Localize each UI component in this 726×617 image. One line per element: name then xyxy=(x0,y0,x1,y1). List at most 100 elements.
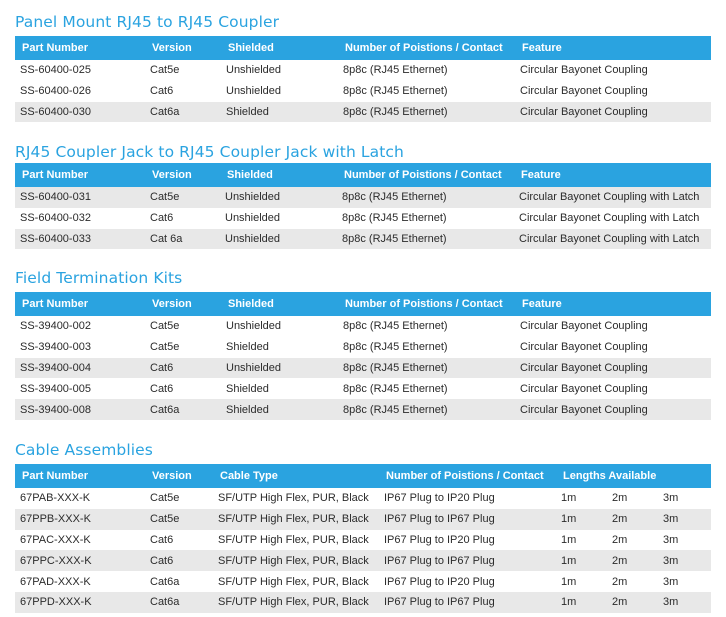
length-value: 3m xyxy=(663,554,679,567)
table-row: SS-39400-002 Cat5e Unshielded 8p8c (RJ45… xyxy=(15,316,711,337)
cell-part-number: SS-60400-030 xyxy=(15,101,145,123)
cell-cable-type: SF/UTP High Flex, PUR, Black xyxy=(218,575,369,588)
table-header-row: Part Number Version Shielded Number of P… xyxy=(15,36,711,60)
cell-lengths: 1m 2m 3m xyxy=(556,550,711,572)
length-value: 1m xyxy=(561,533,577,546)
table-header-row: Part Number Version Cable Type Number of… xyxy=(15,464,711,488)
table-row: 67PPC-XXX-K Cat6 SF/UTP High Flex, PUR, … xyxy=(15,550,711,572)
table-coupler-jack: Part Number Version Shielded Number of P… xyxy=(15,163,711,250)
column-header: Shielded xyxy=(221,292,338,316)
cell-shielded: Shielded xyxy=(221,101,338,123)
cell-feature: Circular Bayonet Coupling xyxy=(515,399,711,420)
product-tables-page: Panel Mount RJ45 to RJ45 Coupler Part Nu… xyxy=(0,0,726,617)
length-value: 3m xyxy=(663,533,679,546)
column-header: Part Number xyxy=(15,36,145,60)
table-row: SS-60400-033 Cat 6a Unshielded 8p8c (RJ4… xyxy=(15,228,711,250)
cell-shielded: Unshielded xyxy=(226,64,282,77)
length-value: 3m xyxy=(663,575,679,588)
column-header: Shielded xyxy=(220,163,337,187)
column-header: Number of Poistions / Contact xyxy=(379,464,556,488)
cell-positions: IP67 Plug to IP20 Plug xyxy=(384,492,495,505)
table-row: SS-39400-008 Cat6a Shielded 8p8c (RJ45 E… xyxy=(15,399,711,420)
cell-part-number: 67PPB-XXX-K xyxy=(15,508,145,530)
cell-positions: IP67 Plug to IP20 Plug xyxy=(384,533,495,546)
length-value: 3m xyxy=(663,596,679,609)
cell-version: Cat6 xyxy=(150,533,174,546)
cell-shielded: Shielded xyxy=(226,382,269,395)
cell-positions: 8p8c (RJ45 Ethernet) xyxy=(343,85,448,98)
cell-feature: Circular Bayonet Coupling with Latch xyxy=(514,187,711,208)
cell-positions: 8p8c (RJ45 Ethernet) xyxy=(343,382,448,395)
table-row: SS-60400-031 Cat5e Unshielded 8p8c (RJ45… xyxy=(15,187,711,208)
cell-positions: 8p8c (RJ45 Ethernet) xyxy=(343,320,448,333)
cell-version: Cat6 xyxy=(150,85,174,98)
length-value: 1m xyxy=(561,596,577,609)
cell-part-number: 67PPC-XXX-K xyxy=(15,550,145,572)
column-header: Feature xyxy=(515,292,711,316)
cell-shielded: Unshielded xyxy=(220,228,337,250)
cell-part-number: SS-60400-031 xyxy=(15,187,145,208)
length-value: 2m xyxy=(612,492,628,505)
cell-feature: Circular Bayonet Coupling xyxy=(520,382,648,395)
column-header: Version xyxy=(145,464,213,488)
cell-cable-type: SF/UTP High Flex, PUR, Black xyxy=(213,591,379,613)
cell-feature: Circular Bayonet Coupling xyxy=(520,85,648,98)
cell-feature: Circular Bayonet Coupling xyxy=(520,64,648,77)
length-value: 1m xyxy=(561,575,577,588)
column-header: Number of Poistions / Contact xyxy=(337,163,514,187)
cell-cable-type: SF/UTP High Flex, PUR, Black xyxy=(218,533,369,546)
cell-version: Cat5e xyxy=(150,64,180,77)
length-value: 1m xyxy=(561,554,577,567)
cell-part-number: 67PAD-XXX-K xyxy=(20,575,91,588)
cell-cable-type: SF/UTP High Flex, PUR, Black xyxy=(218,492,369,505)
cell-shielded: Unshielded xyxy=(226,85,282,98)
cell-shielded: Unshielded xyxy=(226,320,282,333)
cell-version: Cat6a xyxy=(150,575,180,588)
cell-version: Cat6 xyxy=(145,550,213,572)
cell-lengths: 1m 2m 3m xyxy=(556,488,711,509)
table-row: SS-60400-025 Cat5e Unshielded 8p8c (RJ45… xyxy=(15,60,711,81)
table-row: 67PPB-XXX-K Cat5e SF/UTP High Flex, PUR,… xyxy=(15,508,711,530)
cell-shielded: Unshielded xyxy=(221,357,338,379)
cell-part-number: SS-60400-025 xyxy=(20,64,91,77)
cell-lengths: 1m 2m 3m xyxy=(556,591,711,613)
table-header-row: Part Number Version Shielded Number of P… xyxy=(15,163,711,187)
cell-positions: 8p8c (RJ45 Ethernet) xyxy=(343,341,448,354)
cell-feature: Circular Bayonet Coupling with Latch xyxy=(514,228,711,250)
section-title-cable-assemblies: Cable Assemblies xyxy=(15,441,153,459)
cell-part-number: SS-39400-003 xyxy=(20,341,91,354)
cell-version: Cat6 xyxy=(150,212,174,225)
length-value: 2m xyxy=(612,596,628,609)
cell-positions: IP67 Plug to IP20 Plug xyxy=(384,575,495,588)
cell-version: Cat5e xyxy=(150,492,180,505)
section-title-coupler-jack: RJ45 Coupler Jack to RJ45 Coupler Jack w… xyxy=(15,143,404,161)
table-row: SS-60400-026 Cat6 Unshielded 8p8c (RJ45 … xyxy=(15,81,711,102)
column-header: Shielded xyxy=(221,36,338,60)
cell-version: Cat5e xyxy=(150,320,180,333)
cell-part-number: 67PAB-XXX-K xyxy=(20,492,91,505)
column-header: Part Number xyxy=(15,464,145,488)
cell-part-number: SS-39400-005 xyxy=(20,382,91,395)
cell-shielded: Unshielded xyxy=(220,187,337,208)
column-header: Version xyxy=(145,163,220,187)
cell-part-number: SS-39400-004 xyxy=(15,357,145,379)
table-row: 67PAB-XXX-K Cat5e SF/UTP High Flex, PUR,… xyxy=(15,488,711,509)
table-row: SS-39400-004 Cat6 Unshielded 8p8c (RJ45 … xyxy=(15,357,711,379)
cell-positions: 8p8c (RJ45 Ethernet) xyxy=(337,228,514,250)
cell-cable-type: SF/UTP High Flex, PUR, Black xyxy=(213,550,379,572)
cell-lengths: 1m 2m 3m xyxy=(556,571,711,592)
cell-shielded: Shielded xyxy=(221,399,338,420)
cell-positions: IP67 Plug to IP67 Plug xyxy=(379,508,556,530)
length-value: 3m xyxy=(663,492,679,505)
cell-part-number: SS-60400-026 xyxy=(20,85,91,98)
column-header: Feature xyxy=(514,163,711,187)
cell-version: Cat6a xyxy=(145,399,221,420)
cell-version: Cat5e xyxy=(145,508,213,530)
table-cable-assemblies: Part Number Version Cable Type Number of… xyxy=(15,464,711,613)
column-header: Lengths Available xyxy=(556,464,711,488)
table-row: SS-60400-032 Cat6 Unshielded 8p8c (RJ45 … xyxy=(15,208,711,229)
section-title-panel-mount: Panel Mount RJ45 to RJ45 Coupler xyxy=(15,13,280,31)
cell-positions: 8p8c (RJ45 Ethernet) xyxy=(343,64,448,77)
cell-shielded: Unshielded xyxy=(225,212,281,225)
cell-feature: Circular Bayonet Coupling xyxy=(520,320,648,333)
